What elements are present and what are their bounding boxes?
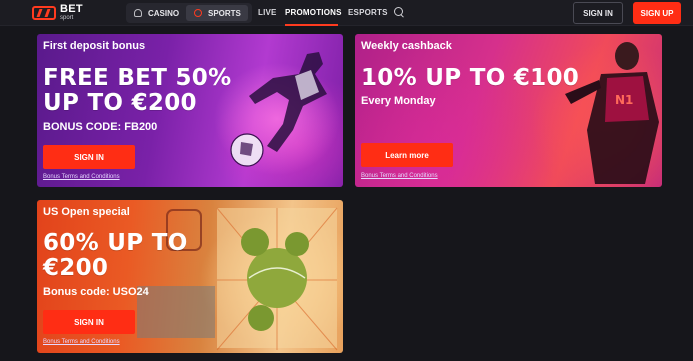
promo-bonus-code: Bonus code: USO24 xyxy=(43,286,149,298)
promo-headline: 60% UP TO xyxy=(43,230,188,256)
promo-headline: 10% UP TO €100 xyxy=(361,65,580,91)
bonus-terms-link[interactable]: Bonus Terms and Conditions xyxy=(361,173,438,179)
football-player-illustration xyxy=(230,52,327,167)
nav-esports[interactable]: ESPORTS xyxy=(348,8,388,17)
promo-headline: FREE BET 50% xyxy=(43,65,232,91)
promo-card-weekly-cashback[interactable]: N1 Weekly cashback 10% UP TO €100 Every … xyxy=(355,34,662,187)
header-sign-in-button[interactable]: SIGN IN xyxy=(573,2,623,24)
logo-mark-icon xyxy=(32,6,56,20)
brand-logo[interactable]: BET sport xyxy=(32,2,83,22)
promo-sign-in-button[interactable]: SIGN IN xyxy=(43,310,135,334)
promo-title: First deposit bonus xyxy=(43,40,146,52)
promo-learn-more-button[interactable]: Learn more xyxy=(361,143,453,167)
top-navigation-bar: BET sport CASINO SPORTS LIVE PROMOTIONS … xyxy=(0,0,693,26)
promo-headline-2: UP TO €200 xyxy=(43,90,197,116)
nav-promotions[interactable]: PROMOTIONS xyxy=(285,8,342,17)
basketball-player-illustration: N1 xyxy=(565,42,659,184)
casino-icon xyxy=(134,9,142,17)
bonus-terms-link[interactable]: Bonus Terms and Conditions xyxy=(43,339,120,345)
promo-bonus-code: BONUS CODE: FB200 xyxy=(43,121,158,133)
active-nav-indicator xyxy=(285,24,338,26)
sports-tab[interactable]: SPORTS xyxy=(186,5,248,21)
svg-text:N1: N1 xyxy=(615,93,633,107)
promo-schedule: Every Monday xyxy=(361,95,436,107)
promo-card-first-deposit[interactable]: First deposit bonus FREE BET 50% UP TO €… xyxy=(37,34,343,187)
promo-sign-in-button[interactable]: SIGN IN xyxy=(43,145,135,169)
sports-ball-icon xyxy=(194,9,202,17)
promo-card-us-open[interactable]: US Open special 60% UP TO €200 Bonus cod… xyxy=(37,200,343,353)
casino-tab[interactable]: CASINO xyxy=(134,3,179,23)
tennis-illustration xyxy=(137,207,338,351)
header-sign-up-button[interactable]: SIGN UP xyxy=(633,2,681,24)
casino-sports-switch: CASINO SPORTS xyxy=(126,3,252,23)
promo-title: US Open special xyxy=(43,206,130,218)
nav-live[interactable]: LIVE xyxy=(258,8,277,17)
logo-sub-text: sport xyxy=(60,14,74,21)
promo-headline-2: €200 xyxy=(43,255,109,281)
logo-brand-text: BET xyxy=(60,2,83,15)
promo-title: Weekly cashback xyxy=(361,40,452,52)
bonus-terms-link[interactable]: Bonus Terms and Conditions xyxy=(43,174,120,180)
search-icon[interactable] xyxy=(394,7,404,17)
